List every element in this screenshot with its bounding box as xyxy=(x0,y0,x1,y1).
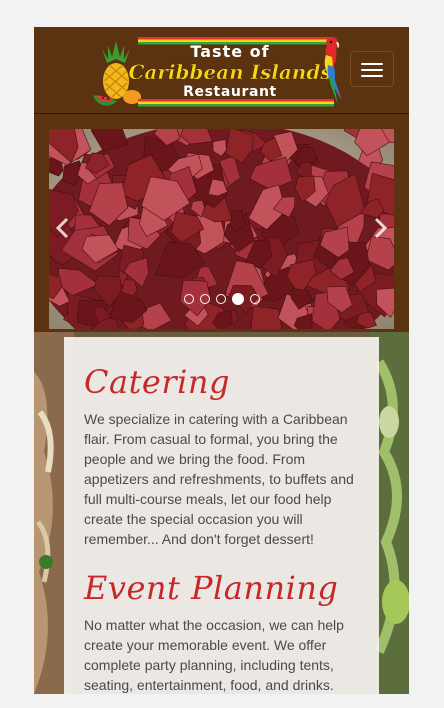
carousel-section xyxy=(34,114,409,332)
logo-line3: Restaurant xyxy=(183,84,277,100)
logo-line2: Caribbean Islands xyxy=(128,60,331,84)
pineapple-icon xyxy=(102,41,130,99)
parrot-icon xyxy=(324,37,342,105)
services-section: Catering We specialize in catering with … xyxy=(34,332,409,694)
logo-stripe-green-bottom xyxy=(138,104,334,107)
restaurant-logo[interactable]: Taste of Caribbean Islands Restaurant xyxy=(90,35,350,109)
carousel-indicators xyxy=(49,293,394,307)
logo-line1: Taste of xyxy=(190,42,269,61)
carousel-indicator-dot[interactable] xyxy=(231,293,244,305)
hamburger-icon-bar xyxy=(361,75,383,77)
navbar: Taste of Caribbean Islands Restaurant xyxy=(34,27,409,114)
event-planning-text: No matter what the occasion, we can help… xyxy=(84,617,344,693)
hamburger-icon xyxy=(361,63,383,65)
meat-chunk xyxy=(250,305,282,329)
catering-heading: Catering xyxy=(84,363,230,401)
chevron-right-icon[interactable] xyxy=(368,213,392,243)
services-card: Catering We specialize in catering with … xyxy=(64,337,379,694)
hamburger-icon-bar xyxy=(361,69,383,71)
logo-stripe-yellow-bottom xyxy=(138,101,334,104)
carousel-indicator-dot[interactable] xyxy=(199,294,210,304)
image-carousel[interactable] xyxy=(49,129,394,329)
menu-toggle-button[interactable] xyxy=(350,51,394,87)
catering-text: We specialize in catering with a Caribbe… xyxy=(84,411,354,547)
carousel-indicator-dot[interactable] xyxy=(183,294,194,304)
event-planning-heading: Event Planning xyxy=(84,569,339,607)
carousel-indicator-dot[interactable] xyxy=(215,294,226,304)
carousel-indicator-dot[interactable] xyxy=(249,294,260,304)
chevron-left-icon[interactable] xyxy=(51,213,75,243)
logo-stripe-red xyxy=(138,37,334,40)
page-frame: Taste of Caribbean Islands Restaurant Ca… xyxy=(34,27,409,694)
